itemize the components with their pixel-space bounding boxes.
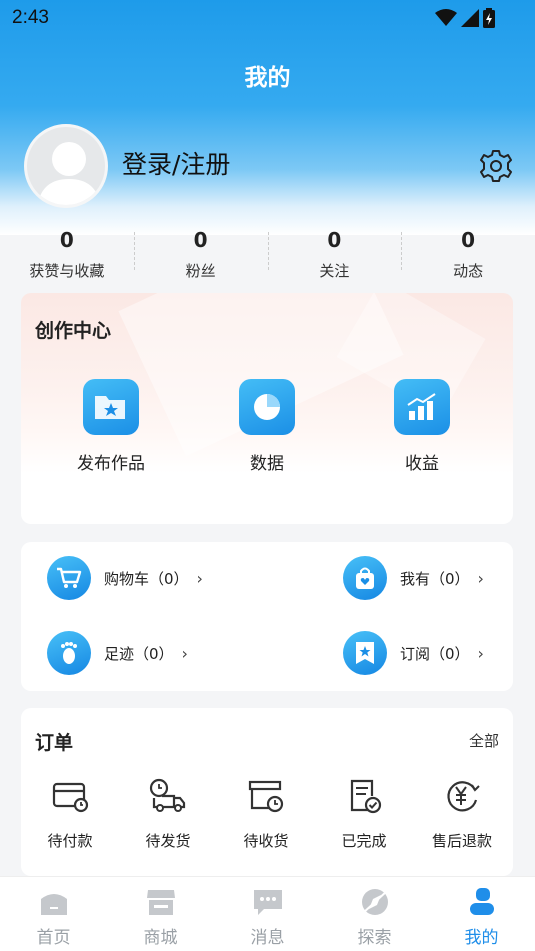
truck-clock-icon bbox=[149, 778, 186, 812]
footprint-entry[interactable]: 足迹（0） › bbox=[47, 631, 188, 675]
shortcuts-card: 购物车（0） › 我有（0） › 足迹（0） › 订阅（0） › bbox=[21, 542, 513, 691]
creator-item-label: 数据 bbox=[250, 454, 284, 474]
order-status-label: 待发货 bbox=[145, 832, 191, 850]
signal-icon bbox=[461, 9, 479, 27]
message-icon bbox=[253, 890, 282, 915]
bookmark-star-icon bbox=[356, 642, 374, 664]
footprint-label: 足迹（0） bbox=[104, 644, 174, 663]
footprint-icon bbox=[61, 642, 77, 664]
stat-value: 0 bbox=[327, 228, 342, 252]
tab-label: 首页 bbox=[36, 928, 71, 948]
order-completed[interactable]: 已完成 bbox=[315, 776, 413, 851]
tab-messages[interactable]: 消息 bbox=[214, 877, 321, 951]
avatar[interactable] bbox=[24, 124, 108, 208]
status-time: 2:43 bbox=[12, 7, 49, 28]
tab-label: 探索 bbox=[357, 928, 392, 948]
stat-posts[interactable]: 0 动态 bbox=[401, 222, 535, 284]
tab-label: 消息 bbox=[250, 928, 285, 948]
store-icon bbox=[146, 890, 175, 915]
stat-label: 动态 bbox=[453, 262, 484, 280]
stat-label: 关注 bbox=[319, 262, 350, 280]
folder-star-icon bbox=[95, 396, 125, 419]
stat-likes[interactable]: 0 获赞与收藏 bbox=[0, 222, 134, 284]
creator-item-label: 收益 bbox=[405, 454, 439, 474]
home-icon bbox=[40, 894, 67, 915]
order-refund[interactable]: 售后退款 bbox=[413, 776, 511, 851]
stat-following[interactable]: 0 关注 bbox=[267, 222, 402, 284]
compass-icon bbox=[361, 889, 388, 915]
earnings-button[interactable]: 收益 bbox=[362, 379, 482, 474]
tab-label: 我的 bbox=[464, 928, 499, 948]
cart-entry[interactable]: 购物车（0） › bbox=[47, 556, 203, 600]
battery-icon bbox=[483, 8, 495, 28]
creator-item-label: 发布作品 bbox=[77, 454, 145, 474]
doc-check-icon bbox=[350, 779, 382, 814]
data-button[interactable]: 数据 bbox=[207, 379, 327, 474]
stat-value: 0 bbox=[461, 228, 476, 252]
subscription-entry[interactable]: 订阅（0） › bbox=[343, 631, 484, 675]
subscription-label: 订阅（0） bbox=[400, 644, 470, 663]
wifi-icon bbox=[435, 9, 457, 26]
creator-center-card: 创作中心 发布作品 数据 收益 bbox=[21, 293, 513, 524]
order-status-label: 待付款 bbox=[47, 832, 93, 850]
stat-value: 0 bbox=[59, 228, 74, 252]
login-register-link[interactable]: 登录/注册 bbox=[122, 145, 230, 181]
owned-label: 我有（0） bbox=[400, 569, 470, 588]
tab-home[interactable]: 首页 bbox=[0, 877, 107, 951]
order-status-label: 待收货 bbox=[243, 832, 289, 850]
order-pending-shipment[interactable]: 待发货 bbox=[119, 776, 217, 851]
tab-mine[interactable]: 我的 bbox=[428, 877, 535, 951]
tab-label: 商城 bbox=[143, 928, 178, 948]
bag-heart-icon bbox=[356, 567, 374, 589]
stat-fans[interactable]: 0 粉丝 bbox=[133, 222, 268, 284]
box-clock-icon bbox=[248, 780, 284, 813]
settings-gear-icon[interactable] bbox=[478, 148, 514, 184]
publish-works-button[interactable]: 发布作品 bbox=[51, 379, 171, 474]
chevron-right-icon: › bbox=[477, 568, 484, 588]
order-status-label: 已完成 bbox=[341, 832, 387, 850]
user-icon bbox=[469, 888, 494, 915]
pie-chart-icon bbox=[254, 394, 280, 420]
orders-card: 订单 全部 待付款 待发货 待收货 已完成 售后退款 bbox=[21, 708, 513, 876]
cart-icon bbox=[57, 567, 82, 588]
profile-stats: 0 获赞与收藏 0 粉丝 0 关注 0 动态 bbox=[0, 222, 535, 284]
chevron-right-icon: › bbox=[181, 643, 188, 663]
page-title: 我的 bbox=[244, 65, 291, 91]
order-status-label: 售后退款 bbox=[431, 832, 492, 850]
bottom-tab-bar: 首页 商城 消息 探索 我的 bbox=[0, 876, 535, 951]
tab-explore[interactable]: 探索 bbox=[321, 877, 428, 951]
owned-entry[interactable]: 我有（0） › bbox=[343, 556, 484, 600]
orders-all-link[interactable]: 全部 bbox=[469, 730, 499, 751]
stat-label: 获赞与收藏 bbox=[29, 262, 105, 280]
orders-title: 订单 bbox=[35, 732, 74, 754]
chevron-right-icon: › bbox=[196, 568, 203, 588]
stat-label: 粉丝 bbox=[185, 262, 216, 280]
tab-store[interactable]: 商城 bbox=[107, 877, 214, 951]
stat-value: 0 bbox=[193, 228, 208, 252]
bar-chart-icon bbox=[407, 393, 436, 420]
cart-label: 购物车（0） bbox=[104, 569, 189, 588]
status-bar: 2:43 bbox=[0, 0, 535, 36]
creator-center-title: 创作中心 bbox=[35, 320, 112, 342]
yen-refund-icon bbox=[447, 781, 480, 812]
chevron-right-icon: › bbox=[477, 643, 484, 663]
order-pending-receipt[interactable]: 待收货 bbox=[217, 776, 315, 851]
card-clock-icon bbox=[52, 782, 89, 813]
order-pending-payment[interactable]: 待付款 bbox=[21, 776, 119, 851]
